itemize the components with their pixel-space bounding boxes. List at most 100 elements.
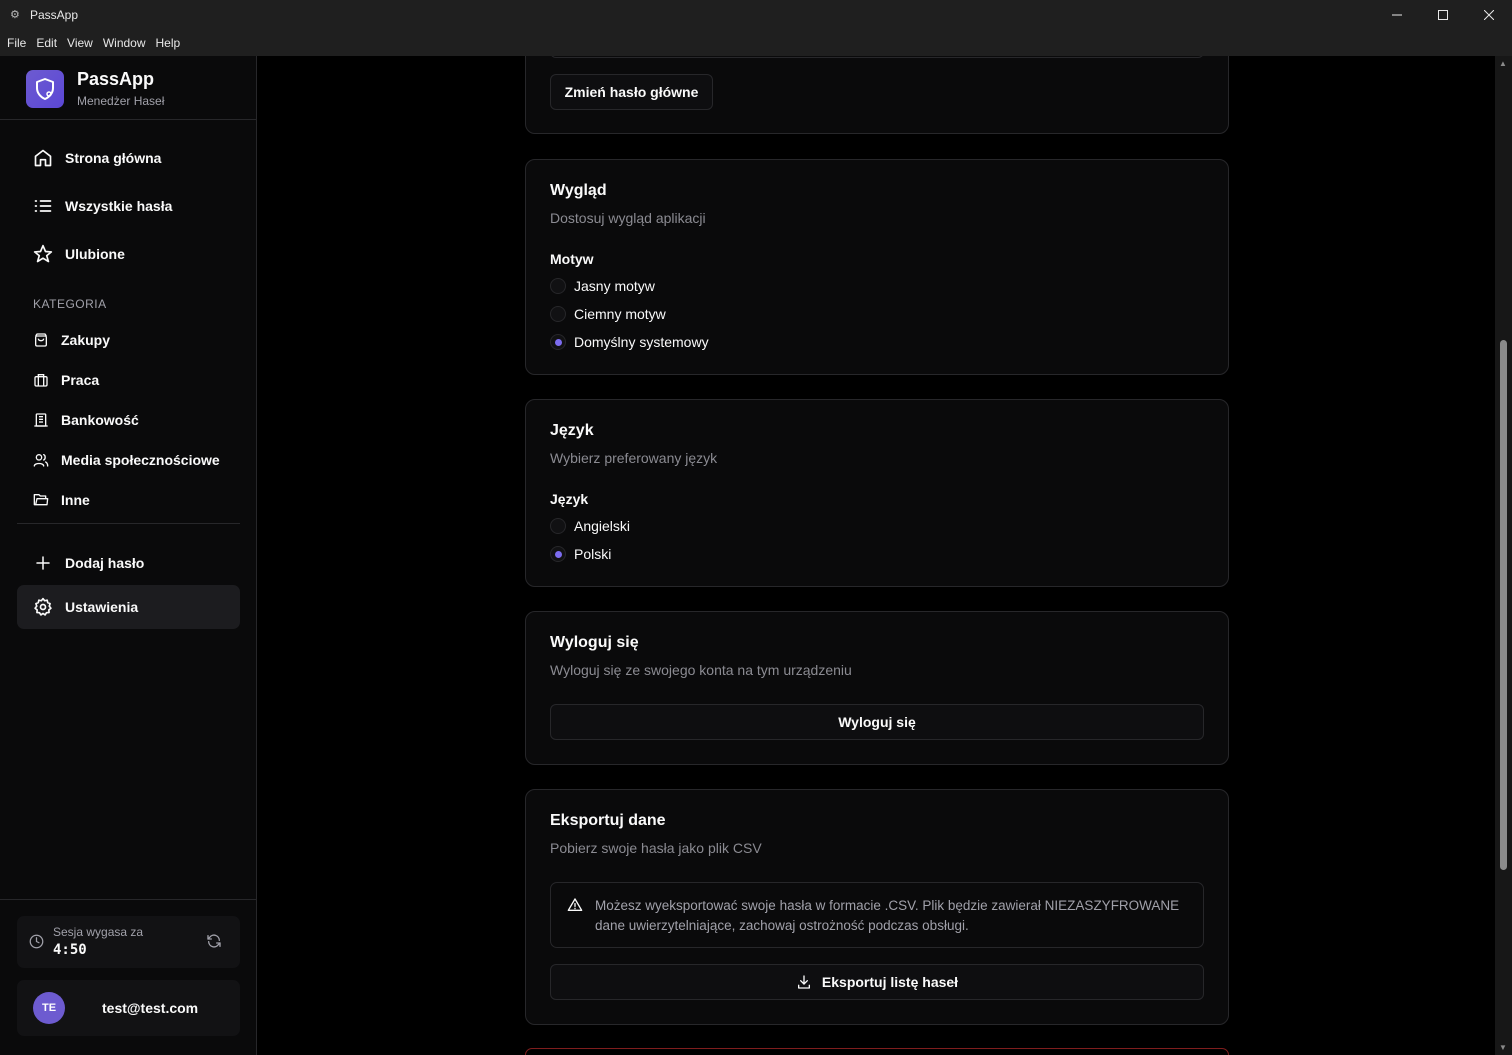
- nav-item-label: Wszystkie hasła: [65, 198, 173, 214]
- radio-button[interactable]: [550, 306, 566, 322]
- gear-icon: [33, 597, 53, 617]
- app-icon: ⚙: [10, 8, 20, 21]
- title-bar: ⚙ PassApp: [0, 0, 1512, 29]
- refresh-session-button[interactable]: [206, 933, 222, 954]
- input-remnant: [550, 56, 1204, 58]
- nav-item-favorites[interactable]: Ulubione: [17, 232, 240, 276]
- theme-option-dark[interactable]: Ciemny motyw: [550, 306, 666, 322]
- logout-title: Wyloguj się: [550, 634, 639, 651]
- nav-item-label: Ulubione: [65, 246, 125, 262]
- export-warning-text: Możesz wyeksportować swoje hasła w forma…: [595, 898, 1180, 933]
- export-button-label: Eksportuj listę haseł: [821, 974, 959, 990]
- export-warning-alert: Możesz wyeksportować swoje hasła w forma…: [550, 882, 1204, 948]
- radio-label: Ciemny motyw: [574, 306, 666, 322]
- language-card: Język Wybierz preferowany język Język An…: [525, 399, 1229, 587]
- language-field-label: Język: [550, 491, 589, 507]
- theme-label: Motyw: [550, 251, 594, 267]
- category-label: Inne: [61, 492, 90, 508]
- change-master-password-button[interactable]: Zmień hasło główne: [550, 74, 713, 110]
- category-label: Zakupy: [61, 332, 111, 348]
- danger-zone-card: [525, 1048, 1229, 1055]
- radio-label: Angielski: [574, 518, 631, 534]
- category-item-banking[interactable]: Bankowość: [17, 402, 240, 438]
- maximize-icon: [1438, 9, 1448, 20]
- scrollbar[interactable]: ▲ ▼: [1495, 56, 1512, 1055]
- category-heading: KATEGORIA: [33, 297, 107, 311]
- shield-logo-icon: [26, 69, 64, 108]
- radio-dot: [554, 550, 562, 558]
- category-item-social[interactable]: Media społecznościowe: [17, 442, 240, 478]
- nav-item-label: Strona główna: [65, 150, 162, 166]
- language-title: Język: [550, 422, 594, 439]
- refresh-icon: [207, 934, 221, 948]
- logout-description: Wyloguj się ze swojego konta na tym urzą…: [550, 662, 852, 678]
- avatar: TE: [33, 992, 65, 1024]
- radio-label: Domyślny systemowy: [574, 334, 709, 350]
- nav-item-all-passwords[interactable]: Wszystkie hasła: [17, 184, 240, 228]
- user-profile[interactable]: TE test@test.com: [17, 980, 240, 1036]
- appearance-description: Dostosuj wygląd aplikacji: [550, 210, 706, 226]
- language-option-english[interactable]: Angielski: [550, 518, 630, 534]
- category-label: Media społecznościowe: [61, 452, 220, 468]
- close-button[interactable]: [1466, 0, 1512, 29]
- menu-edit[interactable]: Edit: [31, 36, 62, 50]
- nav-item-label: Ustawienia: [65, 599, 139, 615]
- divider: [0, 119, 256, 120]
- radio-button[interactable]: [550, 278, 566, 294]
- radio-button-selected[interactable]: [550, 546, 566, 562]
- export-title: Eksportuj dane: [550, 812, 666, 829]
- shopping-bag-icon: [33, 332, 49, 348]
- master-password-card: Zmień hasło główne: [525, 56, 1229, 134]
- user-email: test@test.com: [102, 1000, 199, 1016]
- logout-button[interactable]: Wyloguj się: [550, 704, 1204, 740]
- language-option-polish[interactable]: Polski: [550, 546, 611, 562]
- category-item-other[interactable]: Inne: [17, 482, 240, 518]
- category-item-work[interactable]: Praca: [17, 362, 240, 398]
- star-icon: [33, 244, 53, 264]
- category-item-shopping[interactable]: Zakupy: [17, 322, 240, 358]
- list-icon: [33, 196, 53, 216]
- settings-content: Zmień hasło główne Wygląd Dostosuj wyglą…: [257, 56, 1495, 1055]
- menu-view[interactable]: View: [62, 36, 98, 50]
- menu-file[interactable]: File: [2, 36, 31, 50]
- session-label: Sesja wygasa za: [53, 925, 144, 939]
- export-card: Eksportuj dane Pobierz swoje hasła jako …: [525, 789, 1229, 1025]
- radio-dot: [554, 338, 562, 346]
- radio-button-selected[interactable]: [550, 334, 566, 350]
- menu-help[interactable]: Help: [151, 36, 186, 50]
- scroll-up-icon[interactable]: ▲: [1499, 59, 1507, 68]
- clock-icon: [29, 934, 44, 954]
- category-label: Bankowość: [61, 412, 139, 428]
- scroll-thumb[interactable]: [1500, 340, 1507, 870]
- export-passwords-button[interactable]: Eksportuj listę haseł: [550, 964, 1204, 1000]
- plus-icon: [33, 553, 53, 573]
- nav-item-settings[interactable]: Ustawienia: [17, 585, 240, 629]
- radio-label: Jasny motyw: [574, 278, 655, 294]
- divider: [0, 899, 256, 900]
- radio-button[interactable]: [550, 518, 566, 534]
- nav-item-label: Dodaj hasło: [65, 555, 145, 571]
- theme-option-system[interactable]: Domyślny systemowy: [550, 334, 709, 350]
- download-icon: [797, 975, 810, 989]
- appearance-title: Wygląd: [550, 182, 607, 199]
- language-description: Wybierz preferowany język: [550, 450, 718, 466]
- menu-window[interactable]: Window: [98, 36, 151, 50]
- divider: [17, 523, 240, 524]
- close-icon: [1484, 9, 1494, 20]
- nav-item-home[interactable]: Strona główna: [17, 136, 240, 180]
- briefcase-icon: [33, 372, 49, 388]
- theme-option-light[interactable]: Jasny motyw: [550, 278, 655, 294]
- warning-triangle-icon: [567, 897, 583, 918]
- minimize-button[interactable]: [1374, 0, 1420, 29]
- folder-icon: [33, 492, 49, 508]
- add-password-button[interactable]: Dodaj hasło: [17, 541, 240, 585]
- brand-name: PassApp: [77, 69, 155, 89]
- export-description: Pobierz swoje hasła jako plik CSV: [550, 840, 762, 856]
- brand[interactable]: PassApp Menedżer Haseł: [26, 69, 164, 108]
- logout-card: Wyloguj się Wyloguj się ze swojego konta…: [525, 611, 1229, 765]
- session-timer: Sesja wygasa za 4:50: [17, 916, 240, 968]
- scroll-down-icon[interactable]: ▼: [1499, 1043, 1507, 1052]
- home-icon: [33, 148, 53, 168]
- maximize-button[interactable]: [1420, 0, 1466, 29]
- users-icon: [33, 452, 49, 468]
